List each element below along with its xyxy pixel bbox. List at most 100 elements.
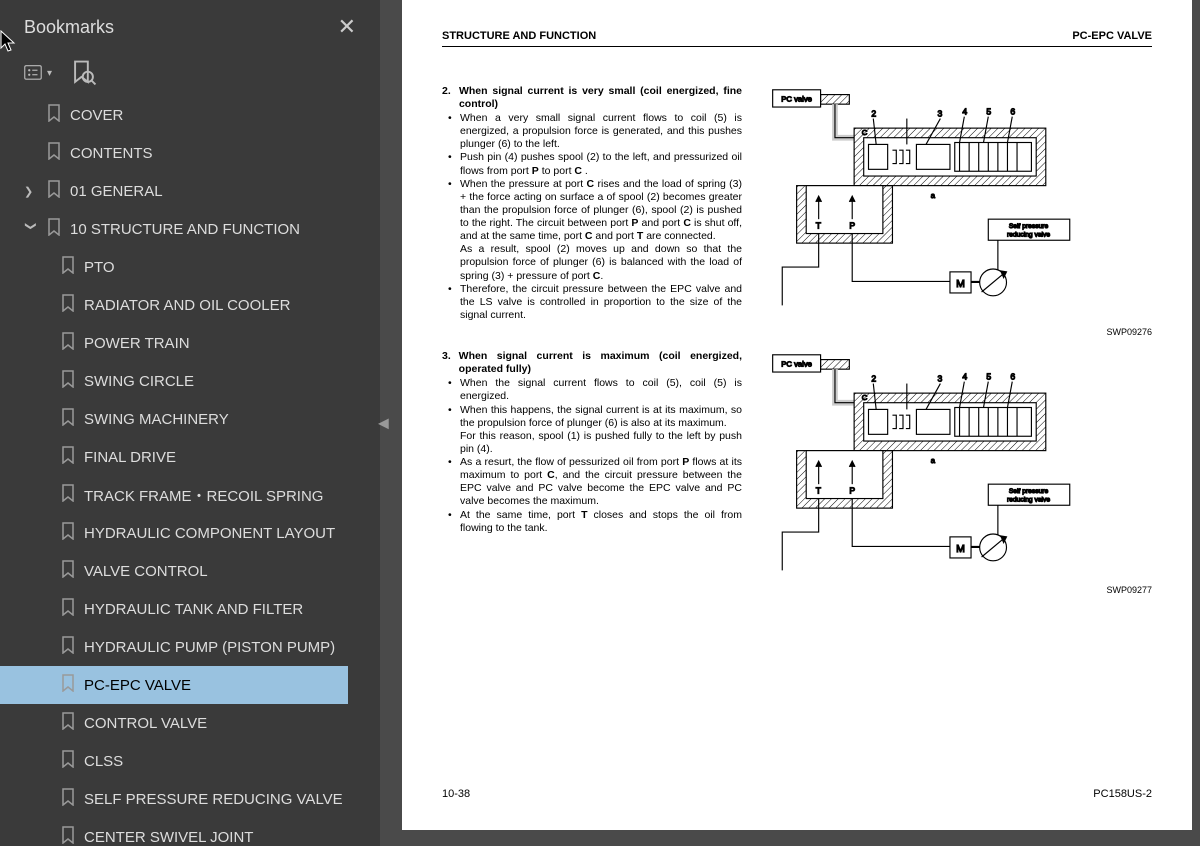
find-bookmark-icon[interactable]	[70, 62, 98, 84]
close-icon[interactable]: ✕	[330, 10, 364, 44]
svg-text:5: 5	[986, 372, 991, 382]
expand-icon[interactable]: ❯	[24, 185, 38, 198]
document-viewport[interactable]: STRUCTURE AND FUNCTION PC-EPC VALVE 2.Wh…	[394, 0, 1200, 846]
bookmark-label: HYDRAULIC COMPONENT LAYOUT	[84, 525, 335, 542]
options-icon[interactable]: ▾	[24, 62, 52, 84]
section-2: 2.When signal current is very small (coi…	[442, 85, 1152, 322]
expand-icon[interactable]: ❯	[25, 221, 38, 235]
bookmark-item[interactable]: SWING CIRCLE	[0, 362, 376, 400]
section-3: 3.When signal current is maximum (coil e…	[442, 350, 1152, 580]
svg-text:6: 6	[1010, 372, 1015, 382]
bookmark-icon	[60, 636, 76, 658]
bullet-item: Therefore, the circuit pressure between …	[460, 283, 742, 322]
bookmark-item[interactable]: POWER TRAIN	[0, 324, 376, 362]
diagram-1: PC valve 2 C 3 4 5 6 T P a Self pressure…	[756, 85, 1096, 315]
bullet-item: When the pressure at port C rises and th…	[460, 178, 742, 283]
bookmark-label: CLSS	[84, 753, 123, 770]
bookmark-icon	[46, 142, 62, 164]
bookmarks-toolbar: ▾	[0, 54, 380, 96]
bookmark-item[interactable]: PTO	[0, 248, 376, 286]
svg-text:4: 4	[962, 372, 967, 382]
bookmark-icon	[60, 256, 76, 278]
bookmark-label: 01 GENERAL	[70, 183, 163, 200]
bullet-item: Push pin (4) pushes spool (2) to the lef…	[460, 151, 742, 177]
page-header: STRUCTURE AND FUNCTION PC-EPC VALVE	[442, 30, 1152, 47]
section-title: When signal current is maximum (coil ene…	[459, 350, 742, 376]
bullet-item: As a resurt, the flow of pessurized oil …	[460, 456, 742, 509]
svg-text:P: P	[849, 221, 855, 231]
panel-gutter: ◀	[380, 0, 394, 846]
bookmark-label: POWER TRAIN	[84, 335, 190, 352]
bullet-item: When this happens, the signal current is…	[460, 404, 742, 457]
model-number: PC158US-2	[1093, 788, 1152, 802]
bookmark-icon	[60, 560, 76, 582]
sidebar-title: Bookmarks	[24, 17, 114, 38]
bookmark-item[interactable]: ❯ 01 GENERAL	[0, 172, 376, 210]
bookmark-icon	[60, 788, 76, 810]
bullet-item: At the same time, port T closes and stop…	[460, 509, 742, 535]
bookmark-icon	[60, 446, 76, 468]
bookmark-item[interactable]: SWING MACHINERY	[0, 400, 376, 438]
section-2-bullets: When a very small signal current flows t…	[442, 112, 742, 322]
mouse-cursor-icon	[0, 30, 18, 54]
section-num: 2.	[442, 85, 453, 111]
bookmark-label: COVER	[70, 107, 123, 124]
svg-text:2: 2	[871, 108, 876, 118]
bookmark-icon	[60, 712, 76, 734]
bookmark-label: VALVE CONTROL	[84, 563, 208, 580]
svg-text:C: C	[862, 393, 868, 402]
bookmark-item[interactable]: CENTER SWIVEL JOINT	[0, 818, 376, 846]
bookmark-label: CONTROL VALVE	[84, 715, 207, 732]
bookmark-icon	[60, 294, 76, 316]
bookmark-item[interactable]: HYDRAULIC PUMP (PISTON PUMP)	[0, 628, 376, 666]
sidebar-header: Bookmarks ✕	[0, 0, 380, 54]
pdf-page: STRUCTURE AND FUNCTION PC-EPC VALVE 2.Wh…	[402, 0, 1192, 830]
svg-text:3: 3	[938, 374, 943, 384]
bookmark-item[interactable]: FINAL DRIVE	[0, 438, 376, 476]
collapse-panel-icon[interactable]: ◀	[378, 415, 389, 432]
bookmark-label: SELF PRESSURE REDUCING VALVE	[84, 791, 343, 808]
bookmark-item[interactable]: VALVE CONTROL	[0, 552, 376, 590]
bookmark-item[interactable]: HYDRAULIC COMPONENT LAYOUT	[0, 514, 376, 552]
bookmark-icon	[60, 484, 76, 506]
figure-label: SWP09276	[1106, 327, 1152, 338]
bookmark-label: FINAL DRIVE	[84, 449, 176, 466]
bookmark-label: SWING CIRCLE	[84, 373, 194, 390]
bookmarks-panel: Bookmarks ✕ ▾ COVER CONTENTS ❯ 01 GENERAL ❯ 1…	[0, 0, 380, 846]
svg-text:6: 6	[1010, 106, 1015, 116]
bookmark-icon	[60, 370, 76, 392]
bookmark-item[interactable]: CLSS	[0, 742, 376, 780]
bookmark-item[interactable]: HYDRAULIC TANK AND FILTER	[0, 590, 376, 628]
svg-text:Self pressure: Self pressure	[1009, 488, 1049, 495]
bookmark-item[interactable]: ❯ 10 STRUCTURE AND FUNCTION	[0, 210, 376, 248]
bullet-item: When the signal current flows to coil (5…	[460, 377, 742, 403]
bookmark-icon	[46, 218, 62, 240]
svg-text:Self pressure: Self pressure	[1009, 223, 1049, 230]
svg-text:a: a	[931, 456, 936, 465]
svg-text:reducing valve: reducing valve	[1007, 231, 1050, 238]
svg-text:4: 4	[962, 106, 967, 116]
svg-text:PC valve: PC valve	[781, 359, 812, 368]
page-number: 10-38	[442, 788, 470, 802]
bookmark-item[interactable]: PC-EPC VALVE	[0, 666, 348, 704]
bookmark-item[interactable]: TRACK FRAME・RECOIL SPRING	[0, 476, 376, 514]
svg-text:3: 3	[938, 108, 943, 118]
bookmark-label: CONTENTS	[70, 145, 153, 162]
bookmark-item[interactable]: SELF PRESSURE REDUCING VALVE	[0, 780, 376, 818]
bookmark-item[interactable]: RADIATOR AND OIL COOLER	[0, 286, 376, 324]
page-footer: 10-38 PC158US-2	[442, 788, 1152, 802]
svg-text:M: M	[956, 543, 965, 555]
bookmark-icon	[46, 180, 62, 202]
svg-text:a: a	[931, 191, 936, 200]
section-3-bullets: When the signal current flows to coil (5…	[442, 377, 742, 535]
bookmark-item[interactable]: COVER	[0, 96, 376, 134]
section-title: When signal current is very small (coil …	[459, 85, 742, 111]
bookmark-label: 10 STRUCTURE AND FUNCTION	[70, 221, 300, 238]
bookmark-label: HYDRAULIC TANK AND FILTER	[84, 601, 303, 618]
bookmark-item[interactable]: CONTROL VALVE	[0, 704, 376, 742]
diagram-2: PC valve 2 C 3 4 5 6 T P a Self pressure…	[756, 350, 1096, 580]
bookmark-label: PTO	[84, 259, 115, 276]
svg-text:P: P	[849, 486, 855, 496]
bookmark-item[interactable]: CONTENTS	[0, 134, 376, 172]
bookmarks-tree[interactable]: COVER CONTENTS ❯ 01 GENERAL ❯ 10 STRUCTURE AN…	[0, 96, 380, 846]
